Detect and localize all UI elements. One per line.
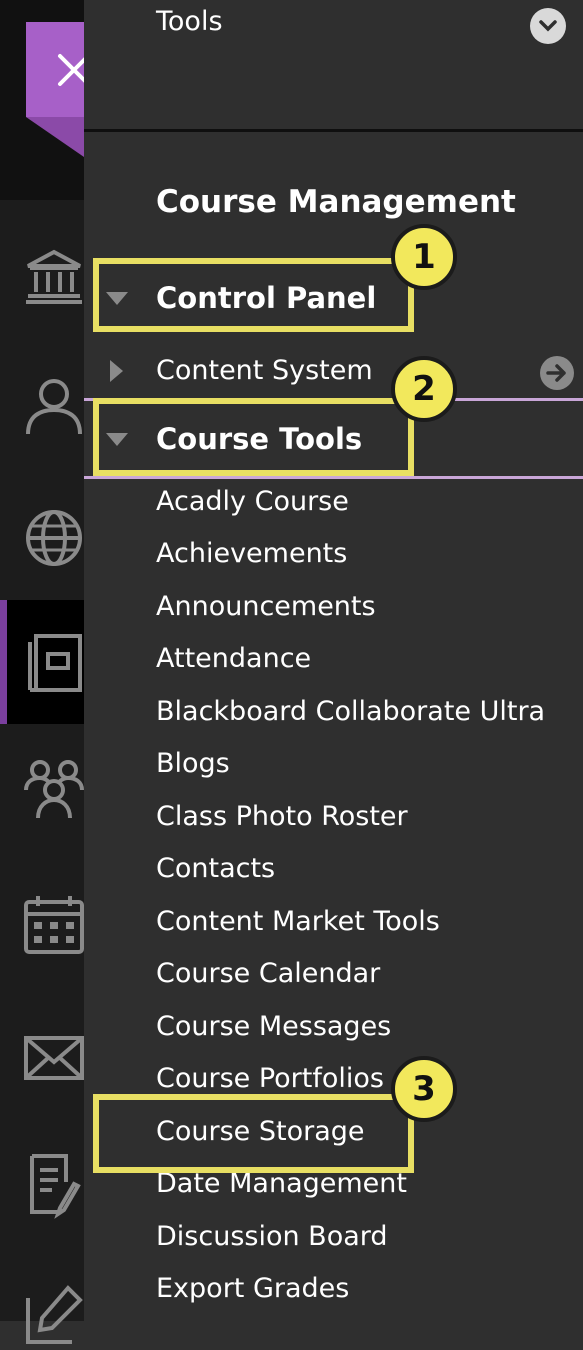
step-badge-1: 1 — [391, 224, 457, 290]
tools-label[interactable]: Tools — [156, 6, 223, 37]
tool-item-course-portfolios[interactable]: Course Portfolios — [156, 1061, 384, 1097]
expand-triangle-icon[interactable] — [110, 360, 123, 382]
tool-item-class-photo-roster[interactable]: Class Photo Roster — [156, 799, 408, 835]
tool-item-course-calendar[interactable]: Course Calendar — [156, 956, 380, 992]
content-system-arrow-button[interactable] — [540, 356, 574, 390]
institution-icon[interactable] — [22, 246, 86, 310]
tool-item-discussion-board[interactable]: Discussion Board — [156, 1219, 388, 1255]
close-button-flag — [26, 117, 84, 157]
edit-icon[interactable] — [22, 1282, 86, 1346]
tool-item-export-grades[interactable]: Export Grades — [156, 1271, 349, 1307]
tool-item-blogs[interactable]: Blogs — [156, 746, 230, 782]
messages-icon[interactable] — [22, 1026, 86, 1090]
tool-item-contacts[interactable]: Contacts — [156, 851, 275, 887]
courses-icon[interactable] — [22, 630, 86, 694]
arrow-right-icon — [546, 364, 566, 382]
tool-item-achievements[interactable]: Achievements — [156, 536, 347, 572]
tool-item-attendance[interactable]: Attendance — [156, 641, 311, 677]
calendar-icon[interactable] — [22, 892, 86, 956]
tool-item-course-messages[interactable]: Course Messages — [156, 1009, 391, 1045]
tool-item-blackboard-collaborate-ultra[interactable]: Blackboard Collaborate Ultra — [156, 694, 545, 730]
highlight-box-course-storage — [93, 1094, 414, 1173]
step-badge-2: 2 — [391, 356, 457, 422]
grades-icon[interactable] — [22, 1152, 86, 1219]
tool-item-acadly-course[interactable]: Acadly Course — [156, 484, 349, 520]
selection-line-bottom — [84, 476, 583, 479]
chevron-down-icon — [539, 20, 557, 32]
content-system-item[interactable]: Content System — [156, 353, 373, 389]
groups-icon[interactable] — [22, 756, 86, 820]
profile-icon[interactable] — [22, 374, 86, 438]
tool-item-announcements[interactable]: Announcements — [156, 589, 376, 625]
step-badge-3: 3 — [391, 1056, 457, 1122]
section-divider — [84, 129, 583, 132]
highlight-box-control-panel — [93, 258, 414, 332]
rail-active-indicator — [0, 600, 7, 724]
section-title: Course Management — [156, 184, 516, 220]
tool-item-content-market-tools[interactable]: Content Market Tools — [156, 904, 440, 940]
globe-icon[interactable] — [22, 506, 86, 570]
highlight-box-course-tools — [93, 398, 414, 476]
tools-expand-button[interactable] — [530, 8, 566, 44]
